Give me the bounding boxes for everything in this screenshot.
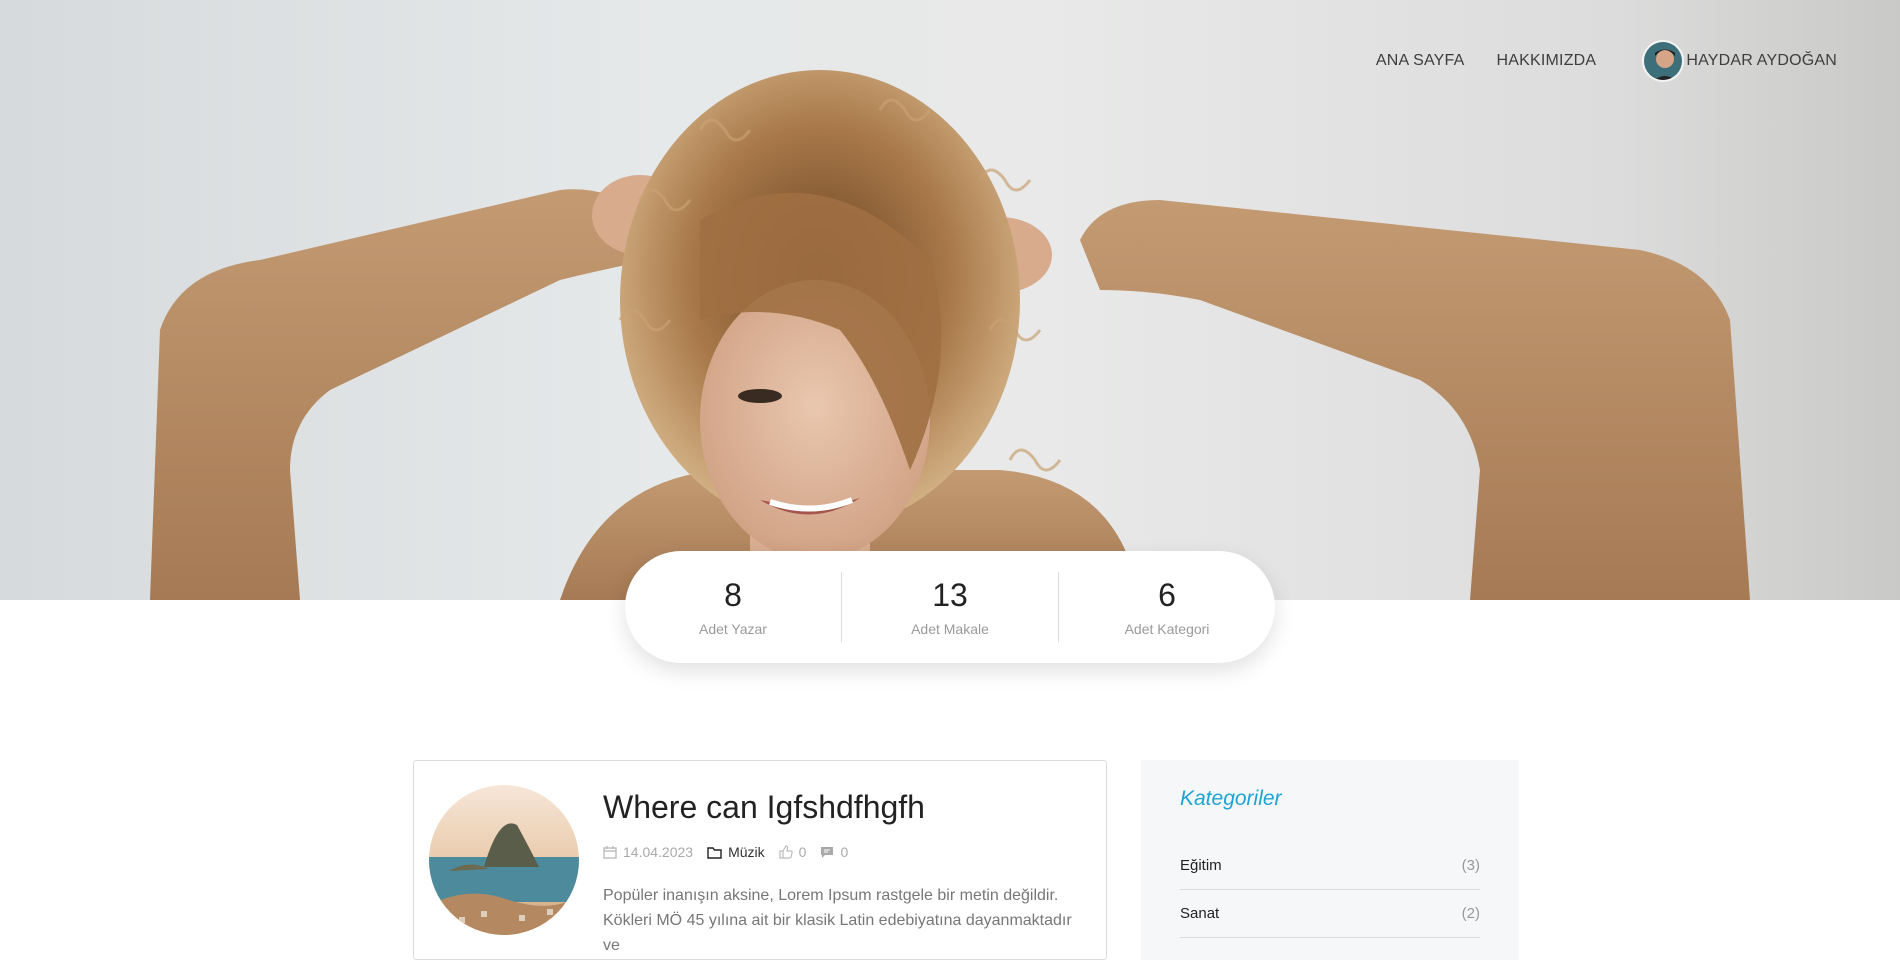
category-name[interactable]: Sanat xyxy=(1180,905,1219,922)
post-category[interactable]: Müzik xyxy=(707,844,765,860)
hero-photo xyxy=(150,70,1750,600)
main-nav: ANA SAYFA HAKKIMIZDA HAYDAR AYDOĞAN xyxy=(1344,40,1837,82)
hero-banner: ANA SAYFA HAKKIMIZDA HAYDAR AYDOĞAN xyxy=(0,0,1900,600)
category-item[interactable]: Sanat (2) xyxy=(1180,890,1480,938)
stat-authors: 8 Adet Yazar xyxy=(625,572,841,642)
post-comments[interactable]: 0 xyxy=(820,844,848,860)
category-count: (2) xyxy=(1461,905,1480,922)
folder-icon xyxy=(707,846,722,859)
stat-label: Adet Kategori xyxy=(1124,621,1210,637)
post-comments-count: 0 xyxy=(840,844,849,860)
thumbs-up-icon xyxy=(779,845,793,859)
post-date: 14.04.2023 xyxy=(603,844,693,860)
stat-value: 13 xyxy=(932,577,968,613)
post-date-text: 14.04.2023 xyxy=(623,844,694,860)
categories-widget: Kategoriler Eğitim (3) Sanat (2) xyxy=(1141,760,1519,960)
stat-label: Adet Makale xyxy=(911,621,989,637)
widget-title: Kategoriler xyxy=(1180,787,1282,810)
user-name[interactable]: HAYDAR AYDOĞAN xyxy=(1686,52,1837,70)
category-item[interactable]: Eğitim (3) xyxy=(1180,842,1480,890)
nav-link-about[interactable]: HAKKIMIZDA xyxy=(1497,52,1597,70)
stat-value: 8 xyxy=(724,577,742,613)
post-thumbnail[interactable] xyxy=(429,785,579,935)
category-name[interactable]: Eğitim xyxy=(1180,857,1222,874)
stat-categories: 6 Adet Kategori xyxy=(1058,572,1275,642)
stat-value: 6 xyxy=(1158,577,1176,613)
post-likes-count: 0 xyxy=(798,844,807,860)
avatar[interactable] xyxy=(1642,40,1685,82)
post-likes[interactable]: 0 xyxy=(779,844,807,860)
post-excerpt: Popüler inanışın aksine, Lorem Ipsum ras… xyxy=(603,887,1072,954)
stat-articles: 13 Adet Makale xyxy=(841,572,1058,642)
comment-icon xyxy=(821,846,834,858)
category-count: (3) xyxy=(1461,857,1480,874)
stat-label: Adet Yazar xyxy=(699,621,767,637)
nav-link-home[interactable]: ANA SAYFA xyxy=(1376,52,1465,70)
calendar-icon xyxy=(603,846,617,859)
stats-card: 8 Adet Yazar 13 Adet Makale 6 Adet Kateg… xyxy=(625,551,1275,663)
user-menu[interactable]: HAYDAR AYDOĞAN xyxy=(1642,40,1837,82)
category-list: Eğitim (3) Sanat (2) xyxy=(1180,842,1480,938)
post-card[interactable]: Where can Igfshdfhgfh 14.04.2023 Müzik 0 xyxy=(413,760,1107,960)
post-category-text[interactable]: Müzik xyxy=(728,844,765,860)
post-title[interactable]: Where can Igfshdfhgfh xyxy=(603,789,925,826)
post-meta: 14.04.2023 Müzik 0 0 xyxy=(603,844,862,860)
